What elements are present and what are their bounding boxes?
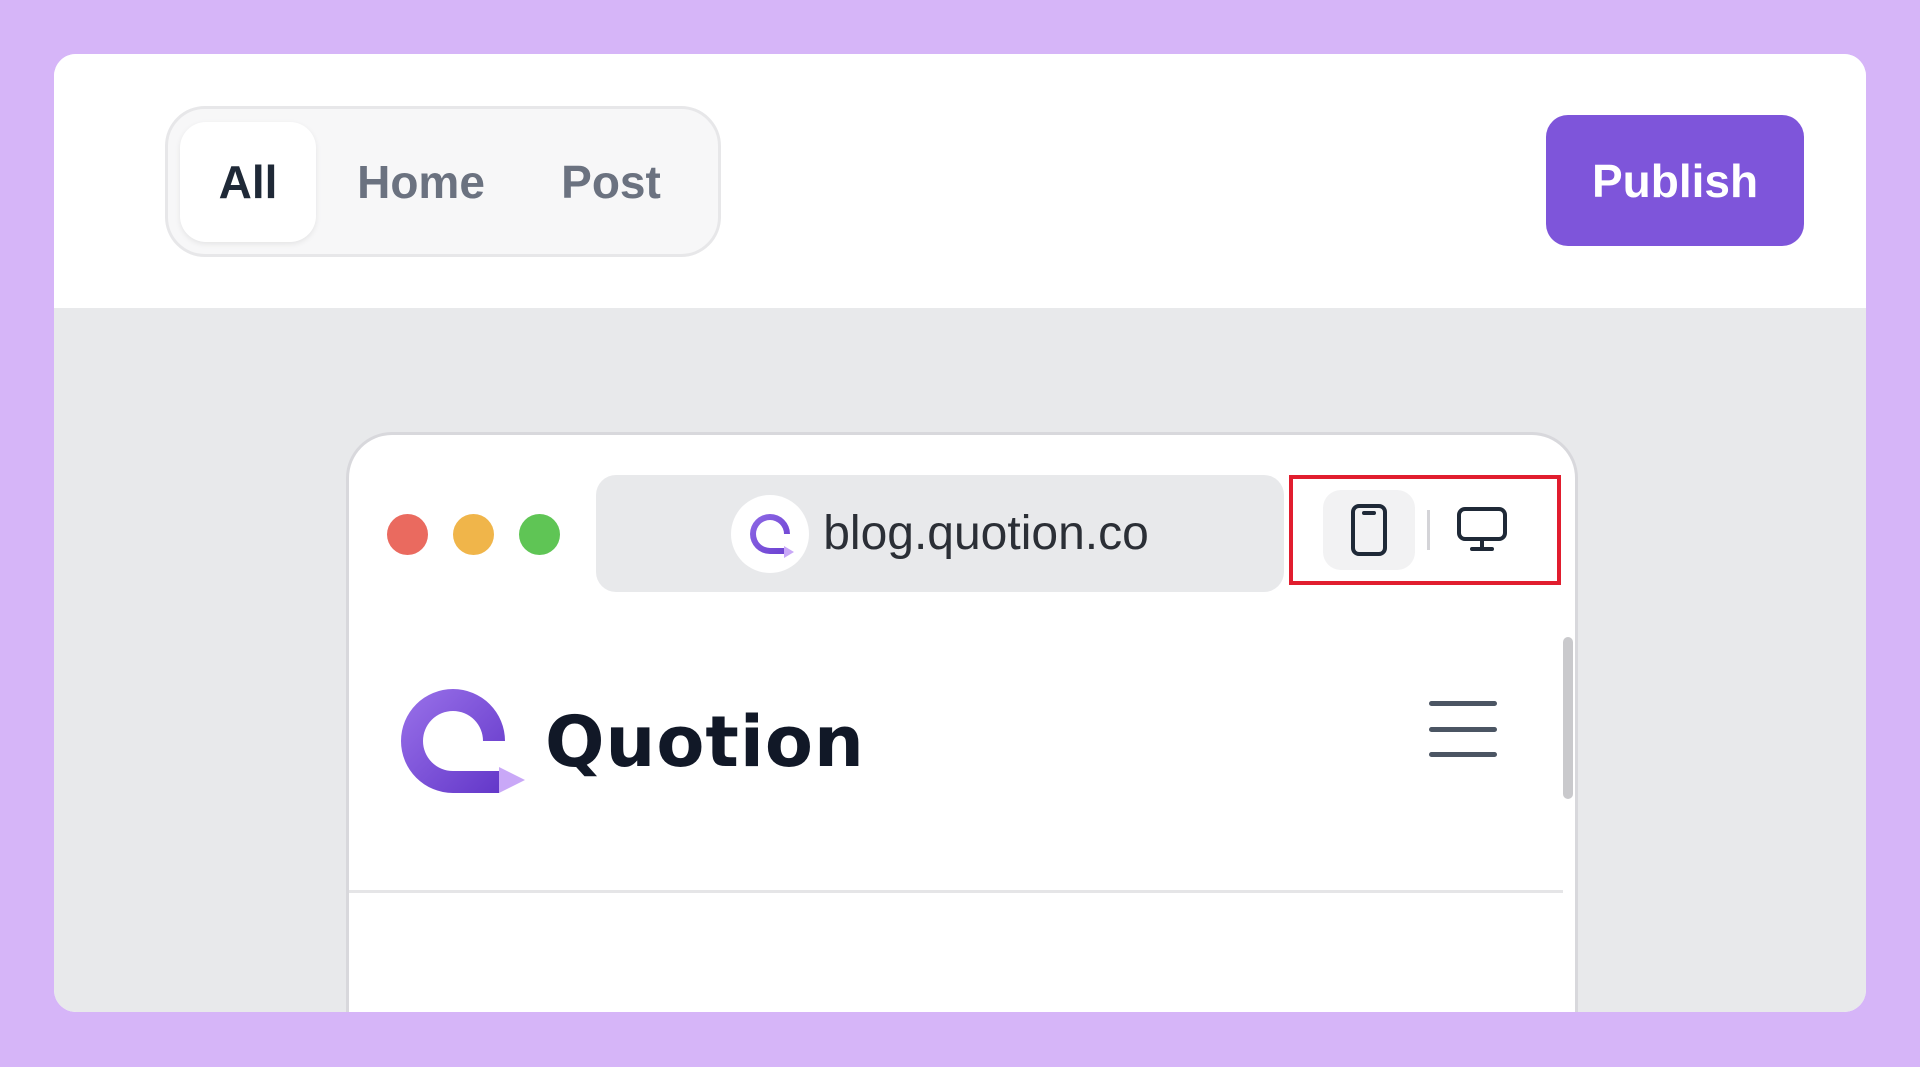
window-close-dot — [387, 514, 428, 555]
preview-canvas: blog.quotion.co Quotion — [54, 308, 1866, 1012]
desktop-view-button[interactable] — [1436, 490, 1528, 570]
publish-button[interactable]: Publish — [1546, 115, 1804, 246]
tab-home[interactable]: Home — [316, 122, 526, 242]
window-maximize-dot — [519, 514, 560, 555]
window-minimize-dot — [453, 514, 494, 555]
device-toggle-group — [1289, 475, 1561, 585]
preview-scrollbar[interactable] — [1563, 637, 1573, 799]
desktop-icon — [1457, 507, 1507, 551]
site-name: Quotion — [545, 701, 865, 783]
site-header: Quotion — [349, 615, 1563, 893]
menu-hamburger-icon[interactable] — [1429, 701, 1497, 757]
browser-preview-window: blog.quotion.co Quotion — [346, 432, 1578, 1012]
tab-post[interactable]: Post — [526, 122, 696, 242]
hamburger-line — [1429, 726, 1497, 732]
page-filter-tabs: All Home Post — [165, 106, 721, 257]
toggle-divider — [1427, 510, 1430, 550]
url-text: blog.quotion.co — [823, 507, 1149, 560]
hamburger-line — [1429, 752, 1497, 757]
site-logo[interactable]: Quotion — [399, 687, 865, 797]
top-toolbar: All Home Post Publish — [54, 54, 1866, 308]
mobile-view-button[interactable] — [1323, 490, 1415, 570]
editor-card: All Home Post Publish blog.quotion.co Qu… — [54, 54, 1866, 1012]
mobile-icon — [1351, 504, 1387, 556]
site-favicon-icon — [731, 494, 810, 573]
address-bar: blog.quotion.co — [596, 475, 1284, 592]
quotion-logo-icon — [401, 689, 525, 793]
hamburger-line — [1429, 701, 1497, 706]
tab-all[interactable]: All — [180, 121, 316, 242]
